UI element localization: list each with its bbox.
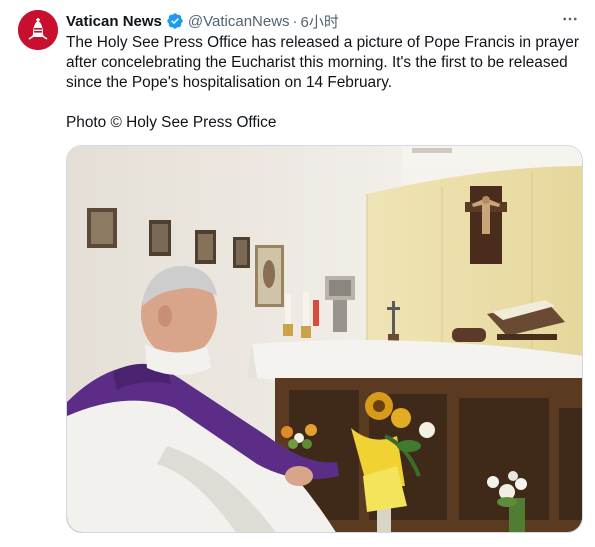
crucifix	[465, 186, 507, 264]
tweet-card[interactable]: Vatican News @VaticanNews · 6小时 The Holy…	[0, 0, 595, 547]
tweet-text: The Holy See Press Office has released a…	[66, 33, 581, 133]
vatican-news-logo-icon	[18, 10, 58, 50]
more-horizontal-icon	[563, 17, 577, 21]
more-options-button[interactable]	[559, 8, 581, 30]
tweet-timestamp[interactable]: 6小时	[301, 11, 339, 32]
author-avatar[interactable]	[18, 10, 58, 50]
tweet-header: Vatican News @VaticanNews · 6小时	[66, 11, 579, 31]
photo-credit: Photo © Holy See Press Office	[66, 114, 277, 131]
verified-badge-icon[interactable]	[166, 12, 184, 30]
author-display-name[interactable]: Vatican News	[66, 13, 162, 30]
photo-pope-praying	[67, 146, 582, 532]
author-handle[interactable]: @VaticanNews	[188, 13, 290, 30]
tweet-body: The Holy See Press Office has released a…	[66, 34, 579, 91]
header-separator: ·	[292, 12, 298, 30]
tweet-photo[interactable]	[66, 145, 583, 533]
